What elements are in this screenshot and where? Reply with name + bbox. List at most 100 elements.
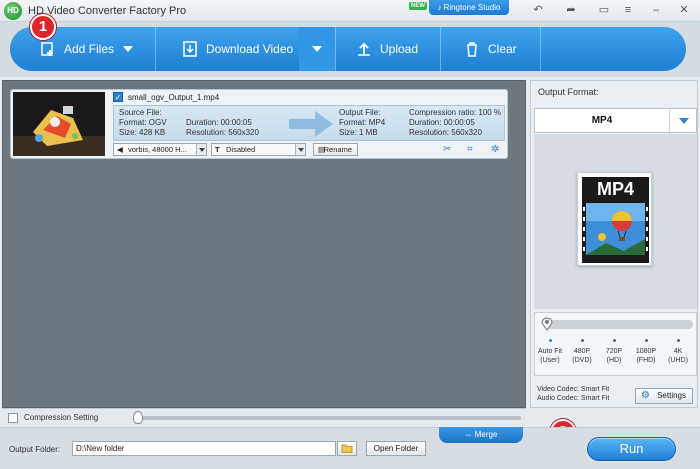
title-bar: HD HD Video Converter Factory Pro NEW ♪ R… xyxy=(0,0,700,22)
add-files-dropdown[interactable] xyxy=(110,27,146,71)
open-folder-button[interactable]: Open Folder xyxy=(366,441,426,456)
output-format-label: Output Format: xyxy=(538,87,599,97)
resolution-option-720p[interactable]: 720P (HD) xyxy=(599,347,629,365)
toolbar-divider xyxy=(440,27,441,71)
upload-button[interactable]: Upload xyxy=(356,27,418,71)
rename-button[interactable]: ▤ Rename xyxy=(313,143,358,156)
chat-icon[interactable]: ▭ xyxy=(594,1,614,19)
download-video-button[interactable]: Download Video xyxy=(182,27,293,71)
undo-icon[interactable]: ↶ xyxy=(528,1,548,19)
resolution-option-480p[interactable]: 480P (DVD) xyxy=(567,347,597,365)
trash-icon xyxy=(467,42,477,57)
add-files-icon xyxy=(41,42,53,56)
audio-codec: Audio Codec: Smart Fit xyxy=(537,395,610,402)
app-logo: HD xyxy=(4,2,22,20)
resolution-sub: (HD) xyxy=(606,357,622,364)
mp4-tile-label: MP4 xyxy=(596,179,634,199)
file-list-area[interactable]: ✓ small_ogv_Output_1.mp4 Source File: Fo… xyxy=(2,80,526,408)
resolution-option-autofit[interactable]: Auto Fit (User) xyxy=(535,347,565,365)
toolbar-divider xyxy=(335,27,336,71)
merge-icon: ⇔ xyxy=(464,430,473,439)
resolution-name: Auto Fit xyxy=(537,348,563,355)
resolution-option-1080p[interactable]: 1080P (FHD) xyxy=(631,347,661,365)
browse-folder-button[interactable] xyxy=(337,441,357,456)
clear-label: Clear xyxy=(488,42,517,56)
merge-button[interactable]: ⇔ Merge xyxy=(439,427,523,443)
source-heading: Source File: xyxy=(119,108,162,117)
output-heading: Output File: xyxy=(339,108,381,117)
resolution-dot[interactable] xyxy=(581,339,584,342)
crop-icon[interactable]: ⌗ xyxy=(467,144,473,155)
source-format: Format: OGV xyxy=(119,118,167,127)
chevron-down-icon xyxy=(196,144,206,155)
app-title: HD Video Converter Factory Pro xyxy=(28,5,187,17)
file-item[interactable]: ✓ small_ogv_Output_1.mp4 Source File: Fo… xyxy=(10,89,508,159)
chevron-down-icon xyxy=(312,46,322,52)
download-icon xyxy=(183,41,197,57)
subtitle-value: Disabled xyxy=(226,145,256,154)
source-duration: Duration: 00:00:05 xyxy=(186,118,252,127)
toolbar: Add Files Download Video Upload Clear xyxy=(0,22,700,77)
resolution-option-4k[interactable]: 4K (UHD) xyxy=(663,347,693,365)
resolution-sub: (FHD) xyxy=(636,357,656,364)
rename-icon: ▤ xyxy=(318,145,326,154)
gear-icon: ⚙ xyxy=(641,390,650,401)
output-resolution: Resolution: 560x320 xyxy=(409,128,482,137)
compression-slider-knob[interactable] xyxy=(133,411,143,424)
resolution-sub: (User) xyxy=(540,357,560,364)
compression-slider-track[interactable] xyxy=(133,416,521,420)
resolution-slider-track[interactable] xyxy=(543,320,693,329)
file-info-panel: Source File: Format: OGV Size: 428 KB Du… xyxy=(113,105,505,141)
effects-icon[interactable]: ✲ xyxy=(491,144,499,155)
output-folder-input[interactable]: D:\New folder xyxy=(72,441,336,456)
mp4-format-tile[interactable]: MP4 xyxy=(577,172,652,266)
output-format-panel: Output Format: MP4 MP4 Auto Fit (User) 4… xyxy=(530,80,698,408)
compression-checkbox[interactable] xyxy=(8,413,18,423)
ringtone-studio-label: Ringtone Studio xyxy=(443,3,501,12)
subtitle-select[interactable]: T Disabled xyxy=(211,143,306,156)
chevron-down-icon[interactable] xyxy=(669,109,696,132)
cut-icon[interactable]: ✂ xyxy=(443,144,451,155)
resolution-dot[interactable] xyxy=(613,339,616,342)
output-format-select[interactable]: MP4 xyxy=(534,108,697,133)
compression-label: Compression Setting xyxy=(24,413,99,422)
convert-arrow-icon xyxy=(289,111,333,137)
resolution-dot[interactable] xyxy=(645,339,648,342)
minimize-icon[interactable]: – xyxy=(646,1,666,19)
settings-button[interactable]: ⚙ Settings xyxy=(635,388,693,404)
resolution-dot[interactable] xyxy=(549,339,552,342)
output-compression: Compression ratio: 100 % xyxy=(409,108,502,117)
menu-icon[interactable]: ≡ xyxy=(618,1,638,19)
format-preview: MP4 xyxy=(534,134,697,309)
add-files-label: Add Files xyxy=(64,42,115,56)
bottom-bar: Output Folder: D:\New folder Open Folder… xyxy=(0,427,700,469)
resolution-name: 720P xyxy=(605,348,623,355)
resolution-slider-knob[interactable] xyxy=(541,316,553,331)
resolution-dot[interactable] xyxy=(677,339,680,342)
toolbar-divider xyxy=(155,27,156,71)
video-thumbnail[interactable] xyxy=(13,92,105,156)
settings-label: Settings xyxy=(657,391,686,400)
download-video-dropdown[interactable] xyxy=(299,27,335,71)
output-duration: Duration: 00:00:05 xyxy=(409,118,475,127)
download-video-label: Download Video xyxy=(206,42,294,56)
share-icon[interactable]: ➦ xyxy=(561,1,581,19)
audio-track-select[interactable]: ◀ vorbis, 48000 H... xyxy=(113,143,207,156)
merge-label: Merge xyxy=(474,430,498,439)
resolution-sub: (DVD) xyxy=(572,357,592,364)
output-format: Format: MP4 xyxy=(339,118,386,127)
close-icon[interactable]: ✕ xyxy=(674,1,694,19)
file-checkbox[interactable]: ✓ xyxy=(113,92,123,102)
resolution-sub: (UHD) xyxy=(668,357,688,364)
source-size: Size: 428 KB xyxy=(119,128,166,137)
run-button[interactable]: Run xyxy=(587,437,676,461)
resolution-panel: Auto Fit (User) 480P (DVD) 720P (HD) 1080P (… xyxy=(534,312,697,376)
clear-button[interactable]: Clear xyxy=(464,27,517,71)
file-options-row: ◀ vorbis, 48000 H... T Disabled ▤ Rename… xyxy=(113,143,505,156)
ringtone-studio-button[interactable]: ♪ Ringtone Studio xyxy=(429,0,509,15)
upload-icon xyxy=(358,42,370,56)
codec-info: Video Codec: Smart Fit Audio Codec: Smar… xyxy=(537,385,609,403)
audio-track-value: vorbis, 48000 H... xyxy=(128,145,187,154)
video-codec: Video Codec: Smart Fit xyxy=(537,386,610,393)
resolution-name: 4K xyxy=(673,348,683,355)
